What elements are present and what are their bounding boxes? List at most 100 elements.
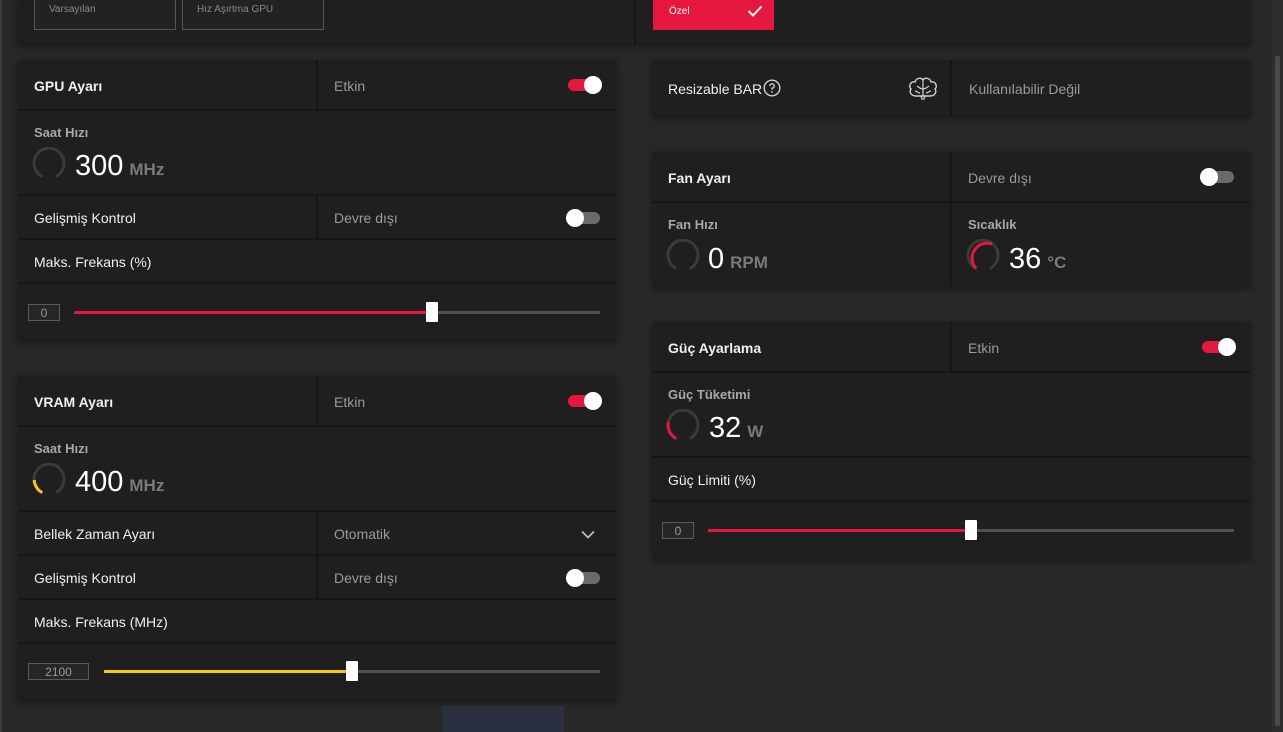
gpu-advanced-status: Devre dışı	[334, 210, 398, 226]
vram-clock-value: 400 MHz	[75, 466, 164, 499]
scrollbar-track[interactable]	[1272, 0, 1283, 732]
preset-default-button[interactable]: Varsayılan	[34, 0, 176, 30]
vram-slider-thumb[interactable]	[346, 661, 358, 681]
preset-overclock-label: Hız Aşırtma GPU	[197, 4, 274, 15]
preset-overclock-button[interactable]: Hız Aşırtma GPU	[182, 0, 324, 30]
power-panel: Güç Ayarlama Etkin Güç Tüketimi 32 W Güç …	[652, 322, 1250, 558]
preset-divider	[634, 0, 636, 44]
vram-slider-row: 2100	[18, 644, 616, 700]
power-status: Etkin	[968, 340, 1000, 356]
vram-timing-value: Otomatik	[334, 526, 391, 542]
vram-clock-gauge-icon	[32, 463, 66, 494]
fan-stats-divider	[950, 203, 952, 286]
vram-toggle[interactable]	[568, 392, 602, 410]
vram-advanced-toggle[interactable]	[566, 569, 600, 587]
chevron-down-icon	[581, 530, 595, 539]
vram-clock-number: 400	[75, 466, 124, 498]
gpu-clock-unit: MHz	[129, 160, 165, 179]
fan-header-divider	[950, 152, 952, 201]
temperature-value: 36 °C	[1009, 243, 1066, 276]
fan-speed-unit: RPM	[730, 253, 768, 272]
vram-maxfreq-slider[interactable]	[104, 661, 600, 681]
gpu-maxfreq-slider[interactable]	[74, 302, 600, 322]
brain-icon	[909, 77, 937, 100]
resizable-bar-status: Kullanılabilir Değil	[969, 81, 1081, 97]
vram-status: Etkin	[334, 394, 366, 410]
vram-timing-dropdown[interactable]: Otomatik	[318, 512, 616, 554]
fan-status: Devre dışı	[968, 170, 1032, 186]
scrollbar-thumb[interactable]	[1275, 56, 1280, 726]
resizable-bar-label: Resizable BAR	[668, 81, 763, 97]
gpu-title: GPU Ayarı	[34, 78, 103, 94]
power-slider-row: 0	[652, 502, 1250, 558]
power-consumption-title: Güç Tüketimi	[668, 387, 751, 402]
gpu-panel: GPU Ayarı Etkin Saat Hızı 300 MHz Gelişmi…	[18, 60, 616, 340]
vram-advanced-divider	[316, 556, 318, 598]
power-gauge-icon	[666, 409, 700, 440]
temperature-gauge-icon	[966, 239, 1000, 270]
gpu-maxfreq-row: Maks. Frekans (%)	[18, 240, 616, 284]
temperature-number: 36	[1009, 243, 1042, 275]
vram-maxfreq-label: Maks. Frekans (MHz)	[34, 614, 168, 630]
power-slider-fill	[708, 529, 971, 532]
gpu-maxfreq-input[interactable]: 0	[28, 304, 60, 321]
power-header-row: Güç Ayarlama Etkin	[652, 322, 1250, 373]
gpu-clock-title: Saat Hızı	[34, 125, 89, 140]
fan-speed-title: Fan Hızı	[668, 217, 718, 232]
gpu-slider-fill	[74, 311, 432, 314]
fan-speed-gauge-icon	[666, 239, 700, 270]
gpu-clock-value: 300 MHz	[75, 150, 164, 183]
gpu-status: Etkin	[334, 78, 366, 94]
gpu-header-divider	[316, 60, 318, 109]
power-consumption-row: Güç Tüketimi 32 W	[652, 373, 1250, 458]
power-limit-input[interactable]: 0	[662, 522, 694, 539]
vram-clock-title: Saat Hızı	[34, 441, 89, 456]
power-slider-thumb[interactable]	[965, 520, 977, 540]
vram-maxfreq-input[interactable]: 2100	[28, 663, 89, 680]
fan-header-row: Fan Ayarı Devre dışı	[652, 152, 1250, 203]
power-limit-label: Güç Limiti (%)	[668, 472, 756, 488]
vram-advanced-label: Gelişmiş Kontrol	[34, 570, 136, 586]
checkmark-icon	[747, 5, 763, 17]
gpu-clock-number: 300	[75, 150, 124, 182]
vram-advanced-status: Devre dışı	[334, 570, 398, 586]
fan-stats-row: Fan Hızı 0 RPM Sıcaklık 36 °C	[652, 203, 1250, 286]
vram-header-divider	[316, 376, 318, 425]
vram-panel: VRAM Ayarı Etkin Saat Hızı 400 MHz Bellek…	[18, 376, 616, 700]
fan-panel: Fan Ayarı Devre dışı Fan Hızı 0 RPM Sıcak…	[652, 152, 1250, 286]
gpu-slider-thumb[interactable]	[425, 302, 438, 322]
preset-custom-button[interactable]: Özel	[653, 0, 774, 30]
gpu-toggle[interactable]	[568, 76, 602, 94]
power-consumption-number: 32	[709, 412, 742, 444]
preset-default-label: Varsayılan	[49, 4, 96, 15]
vram-timing-row: Bellek Zaman Ayarı Otomatik	[18, 512, 616, 556]
vram-maxfreq-row: Maks. Frekans (MHz)	[18, 600, 616, 644]
help-icon[interactable]	[763, 79, 781, 97]
gpu-advanced-divider	[316, 196, 318, 238]
fan-title: Fan Ayarı	[668, 170, 731, 186]
gpu-maxfreq-label: Maks. Frekans (%)	[34, 254, 152, 270]
gpu-clock-gauge-icon	[32, 147, 66, 178]
preset-custom-label: Özel	[669, 6, 690, 17]
vram-clock-row: Saat Hızı 400 MHz	[18, 427, 616, 512]
vram-slider-fill	[104, 670, 352, 673]
power-consumption-value: 32 W	[709, 412, 763, 445]
gpu-header-row: GPU Ayarı Etkin	[18, 60, 616, 111]
gpu-advanced-toggle[interactable]	[566, 209, 600, 227]
resizable-bar-panel: Resizable BAR Kullanılabilir Değil	[652, 60, 1250, 116]
power-limit-slider[interactable]	[708, 520, 1234, 540]
fan-toggle[interactable]	[1200, 168, 1234, 186]
preset-panel: Varsayılan Hız Aşırtma GPU Özel	[18, 0, 1250, 44]
vram-header-row: VRAM Ayarı Etkin	[18, 376, 616, 427]
fan-speed-value: 0 RPM	[708, 243, 768, 276]
resizable-bar-divider	[950, 60, 952, 116]
power-consumption-unit: W	[747, 422, 764, 441]
fan-speed-number: 0	[708, 243, 725, 275]
temperature-unit: °C	[1047, 253, 1067, 272]
power-limit-row: Güç Limiti (%)	[652, 458, 1250, 502]
power-toggle[interactable]	[1202, 338, 1236, 356]
gpu-advanced-row: Gelişmiş Kontrol Devre dışı	[18, 196, 616, 240]
power-title: Güç Ayarlama	[668, 340, 762, 356]
gpu-advanced-label: Gelişmiş Kontrol	[34, 210, 136, 226]
vram-advanced-row: Gelişmiş Kontrol Devre dışı	[18, 556, 616, 600]
